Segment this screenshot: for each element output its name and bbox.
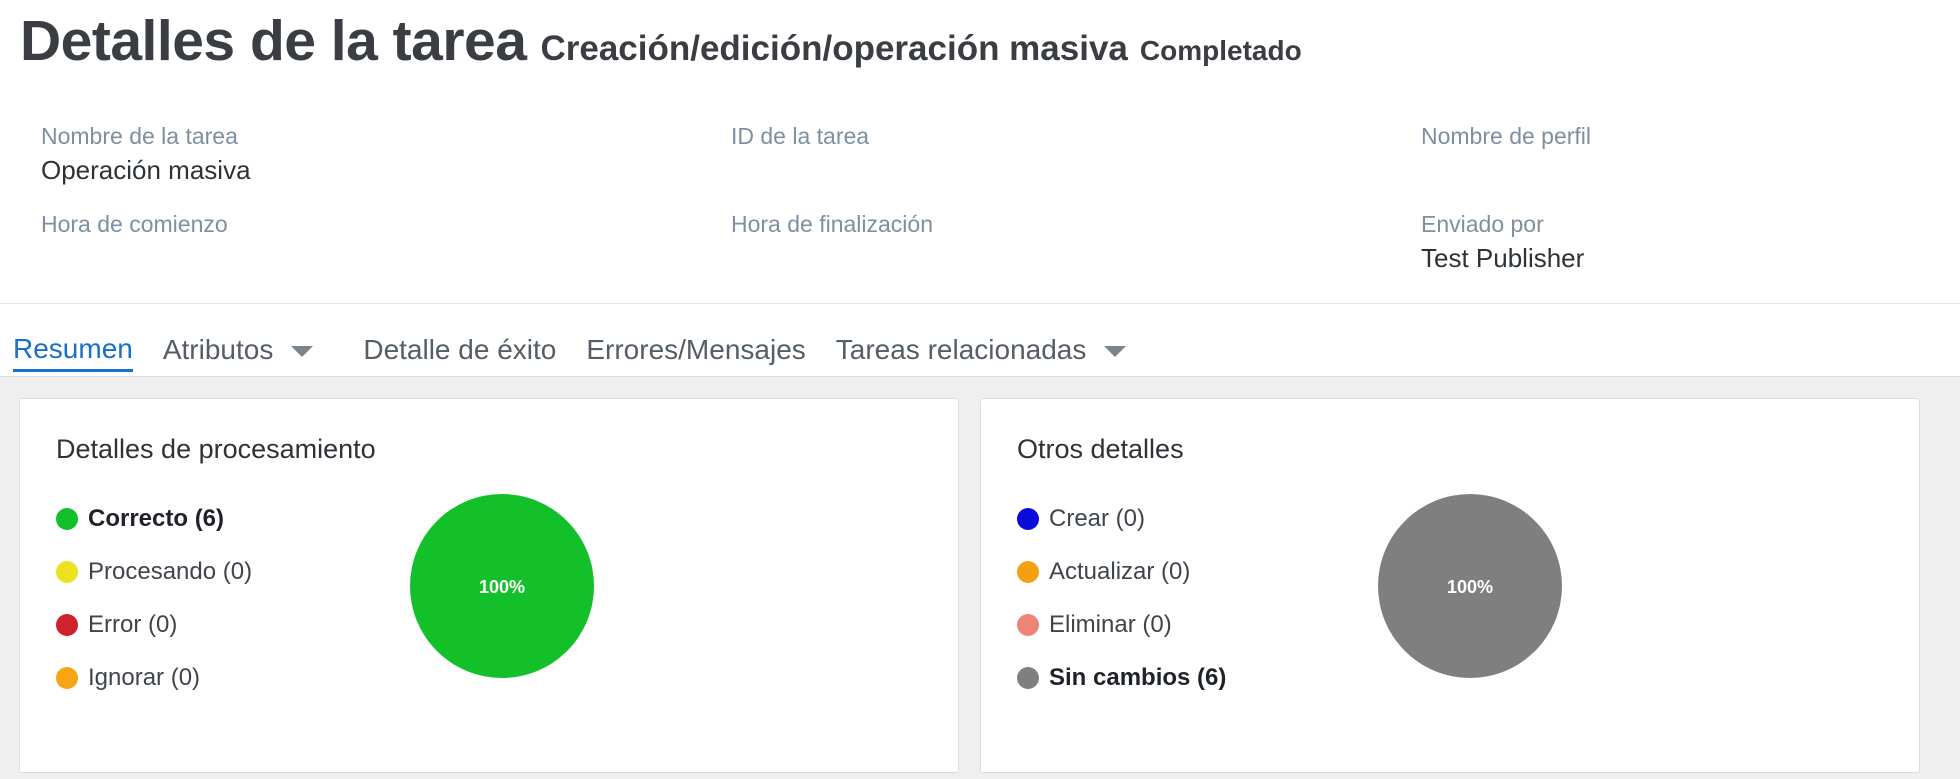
legend-item-procesando: Procesando (0) [56,545,252,598]
tab-label: Detalle de éxito [363,334,557,365]
status-dot-icon [1017,507,1039,530]
page-header: Detalles de la tarea Creación/edición/op… [20,8,1302,74]
legend-label: Sin cambios (6) [1049,663,1227,691]
page-title: Detalles de la tarea [20,9,527,73]
legend-item-sin-cambios: Sin cambios (6) [1017,651,1226,704]
info-column-3: Nombre de perfil Enviado por Test Publis… [1421,120,1941,296]
status-badge: Completado [1139,35,1302,66]
processing-legend: Correcto (6) Procesando (0) Error (0) Ig… [56,492,252,704]
status-dot-icon [1017,613,1039,636]
chevron-down-icon [1104,345,1127,357]
tab-resumen[interactable]: Resumen [13,328,133,372]
other-pie-chart: 100% [1378,494,1562,678]
pie-percent-label: 100% [1447,577,1493,597]
status-dot-icon [56,613,78,636]
legend-label: Ignorar (0) [88,663,201,691]
page-subtitle: Creación/edición/operación masiva [540,29,1128,68]
other-details-card: Otros detalles Crear (0) Actualizar (0) … [980,398,1920,773]
tab-atributos[interactable]: Atributos [163,328,314,372]
tab-label: Errores/Mensajes [586,334,806,365]
info-label: Nombre de la tarea [41,123,238,149]
legend-item-eliminar: Eliminar (0) [1017,598,1226,651]
info-label: ID de la tarea [731,123,870,149]
info-task-id: ID de la tarea [731,120,1371,208]
info-label: Hora de comienzo [41,211,228,237]
info-label: Enviado por [1421,211,1544,237]
status-dot-icon [56,560,78,583]
legend-item-error: Error (0) [56,598,252,651]
info-column-1: Nombre de la tarea Operación masiva Hora… [41,120,681,296]
info-value: Test Publisher [1421,243,1585,273]
info-label: Hora de finalización [731,211,934,237]
task-info-panel: Nombre de la tarea Operación masiva Hora… [0,120,1960,280]
legend-item-crear: Crear (0) [1017,492,1226,545]
pie-percent-label: 100% [479,577,525,597]
tab-bar: Resumen Atributos Detalle de éxito Error… [13,328,1127,372]
processing-pie-chart: 100% [410,494,594,678]
card-title: Otros detalles [1017,434,1184,464]
other-legend: Crear (0) Actualizar (0) Eliminar (0) Si… [1017,492,1226,704]
legend-label: Actualizar (0) [1049,557,1191,585]
status-dot-icon [56,507,78,530]
tab-detalle-exito[interactable]: Detalle de éxito [363,328,556,372]
tab-label: Tareas relacionadas [835,334,1087,365]
legend-item-actualizar: Actualizar (0) [1017,545,1226,598]
legend-label: Procesando (0) [88,557,253,585]
info-end-time: Hora de finalización [731,208,1371,296]
info-label: Nombre de perfil [1421,123,1592,149]
legend-label: Crear (0) [1049,504,1146,532]
info-start-time: Hora de comienzo [41,208,681,296]
chevron-down-icon [291,345,314,357]
legend-label: Error (0) [88,610,178,638]
info-task-name: Nombre de la tarea Operación masiva [41,120,681,208]
info-sent-by: Enviado por Test Publisher [1421,208,1941,296]
status-dot-icon [1017,666,1039,689]
status-dot-icon [1017,560,1039,583]
info-profile-name: Nombre de perfil [1421,120,1941,208]
info-column-2: ID de la tarea Hora de finalización [731,120,1371,296]
legend-item-correcto: Correcto (6) [56,492,252,545]
legend-item-ignorar: Ignorar (0) [56,651,252,704]
header-divider [0,303,1960,304]
status-dot-icon [56,666,78,689]
legend-label: Eliminar (0) [1049,610,1172,638]
tab-tareas-relacionadas[interactable]: Tareas relacionadas [836,328,1127,372]
tab-label: Atributos [162,334,274,365]
processing-details-card: Detalles de procesamiento Correcto (6) P… [19,398,959,773]
legend-label: Correcto (6) [88,504,225,532]
info-value: Operación masiva [41,155,251,185]
tab-errores-mensajes[interactable]: Errores/Mensajes [586,328,805,372]
tab-label: Resumen [13,332,133,364]
card-title: Detalles de procesamiento [56,434,376,464]
